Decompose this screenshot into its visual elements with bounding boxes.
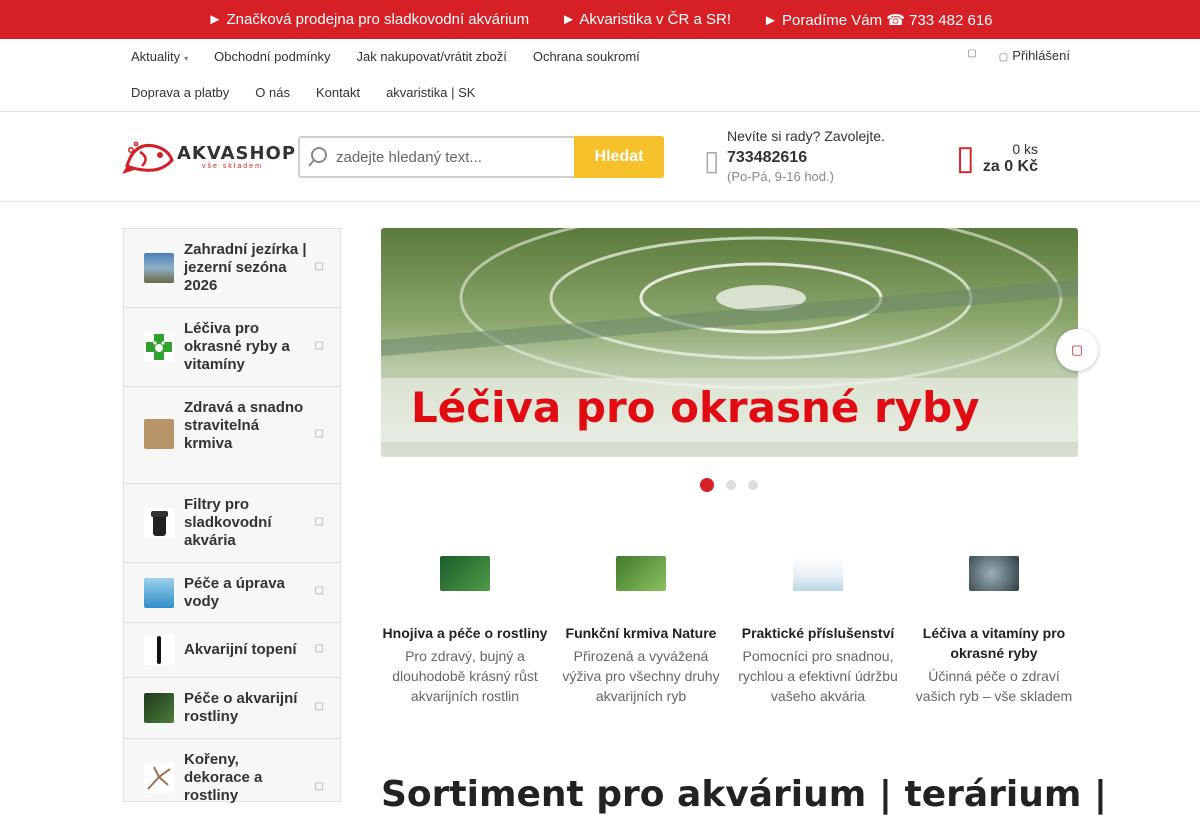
nature-food-image (616, 556, 666, 591)
category-label: Péče a úprava vody (184, 575, 285, 610)
phone-icon: ▯ (704, 145, 720, 176)
slider-dot[interactable] (726, 480, 736, 490)
feature-leciva[interactable]: Léčiva a vitamíny pro okrasné ryby Účinn… (909, 556, 1079, 706)
category-krmiva[interactable]: Zdravá a snadno stravitelná krmiva ▢ (124, 387, 340, 484)
hero-banner[interactable]: Léčiva pro okrasné ryby (381, 228, 1078, 457)
fish-medicine-image (969, 556, 1019, 591)
login-link[interactable]: ▢ Přihlášení (999, 48, 1070, 63)
promo-item: ► Poradíme Vám ☎ 733 482 616 (763, 11, 993, 29)
slider-next-button[interactable]: ▢ (1056, 329, 1098, 371)
section-heading: Sortiment pro akvárium | terárium | (381, 774, 1108, 815)
user-icon: ▢ (998, 52, 1009, 63)
search-input[interactable] (336, 138, 574, 176)
cart-icon: ▯ (956, 139, 975, 177)
site-logo[interactable]: AKVASHOP vše skladem (122, 136, 295, 178)
nav-ochrana-soukromi[interactable]: Ochrana soukromí (520, 48, 653, 66)
slider-dot[interactable] (748, 480, 758, 490)
root-decor-image (144, 763, 174, 793)
accessories-image (793, 556, 843, 591)
nav-row-secondary: Doprava a platby O nás Kontakt akvaristi… (118, 84, 488, 102)
nav-kontakt[interactable]: Kontakt (303, 84, 373, 102)
chevron-right-icon: ▢ (314, 516, 324, 527)
feature-title: Praktické příslušenství (741, 625, 895, 641)
nav-o-nas[interactable]: O nás (242, 84, 303, 102)
feature-title: Hnojiva a péče o rostliny (382, 625, 548, 641)
category-pece-voda[interactable]: Péče a úprava vody ▢ (124, 563, 340, 623)
settings-icon[interactable]: ▢ (967, 48, 976, 63)
feature-description: Účinná péče o zdraví vašich ryb – vše sk… (915, 668, 1073, 704)
search-box: Hledat (298, 136, 664, 178)
category-label: Zdravá a snadno stravitelná krmiva (184, 399, 304, 452)
cart-quantity: 0 ks (1012, 141, 1038, 157)
pharmacy-cross-icon (144, 332, 174, 362)
feature-description: Pro zdravý, bujný a dlouhodobě krásný rů… (392, 648, 538, 704)
promo-item: ► Akvaristika v ČR a SR! (561, 11, 732, 28)
chevron-right-icon: ▢ (314, 643, 324, 654)
category-label: Kořeny, dekorace a rostliny (184, 751, 263, 804)
plants-image (144, 693, 174, 723)
chevron-right-icon: ▢ (314, 340, 324, 351)
contact-hours: (Po-Pá, 9-16 hod.) (727, 169, 834, 184)
category-koreny[interactable]: Kořeny, dekorace a rostliny ▢ (124, 739, 340, 804)
chevron-down-icon: ▾ (184, 54, 189, 63)
search-button[interactable]: Hledat (574, 136, 664, 178)
pond-image (144, 253, 174, 283)
category-rostliny[interactable]: Péče o akvarijní rostliny ▢ (124, 678, 340, 739)
category-topeni[interactable]: Akvarijní topení ▢ (124, 623, 340, 678)
fish-logo-icon (122, 141, 174, 174)
cart-widget[interactable]: ▯ 0 ks za 0 Kč (956, 136, 1046, 180)
promo-item: ► Značková prodejna pro sladkovodní akvá… (207, 11, 530, 28)
nav-doprava-platby[interactable]: Doprava a platby (118, 84, 242, 102)
feature-krmiva[interactable]: Funkční krmiva Nature Přirozená a vyváže… (556, 556, 726, 706)
category-label: Péče o akvarijní rostliny (184, 690, 298, 725)
feature-title: Léčiva a vitamíny pro okrasné ryby (922, 625, 1066, 661)
fish-food-image (144, 419, 174, 449)
feature-title: Funkční krmiva Nature (565, 625, 717, 641)
feature-prislusenstvi[interactable]: Praktické příslušenství Pomocníci pro sn… (733, 556, 903, 706)
fertilizer-image (440, 556, 490, 591)
site-header: AKVASHOP vše skladem Hledat ▯ Nevíte si … (0, 112, 1200, 202)
nav-akvaristika-sk[interactable]: akvaristika | SK (373, 84, 488, 102)
nav-obchodni-podminky[interactable]: Obchodní podmínky (201, 48, 343, 66)
nav-aktuality[interactable]: Aktuality ▾ (118, 48, 201, 66)
nav-jak-nakupovat[interactable]: Jak nakupovat/vrátit zboží (344, 48, 520, 66)
chevron-right-icon: ▢ (314, 781, 324, 792)
feature-description: Pomocníci pro snadnou, rychlou a efektiv… (738, 648, 898, 704)
filter-image (144, 508, 174, 538)
cart-total: za 0 Kč (982, 158, 1038, 175)
category-label: Akvarijní topení (184, 641, 297, 658)
feature-description: Přirozená a vyvážená výživa pro všechny … (562, 648, 720, 704)
contact-question: Nevíte si rady? Zavolejte. (727, 128, 885, 144)
water-image (144, 578, 174, 608)
nav-row-primary: Aktuality ▾ Obchodní podmínky Jak nakupov… (118, 48, 653, 66)
category-label: Zahradní jezírka | jezerní sezóna 2026 (184, 241, 307, 294)
heater-image (144, 635, 174, 665)
feature-hnojiva[interactable]: Hnojiva a péče o rostliny Pro zdravý, bu… (380, 556, 550, 706)
chevron-right-icon: ▢ (314, 585, 324, 596)
logo-text: AKVASHOP (177, 143, 297, 164)
top-navigation: Aktuality ▾ Obchodní podmínky Jak nakupov… (0, 39, 1200, 112)
category-filtry[interactable]: Filtry pro sladkovodní akvária ▢ (124, 484, 340, 563)
chevron-right-icon: ▢ (1070, 342, 1084, 357)
category-label: Filtry pro sladkovodní akvária (184, 496, 272, 549)
nav-account: ▢ ▢ Přihlášení (967, 48, 1070, 63)
category-sidebar: Zahradní jezírka | jezerní sezóna 2026 ▢… (123, 228, 341, 804)
category-label: Léčiva pro okrasné ryby a vitamíny (184, 320, 290, 373)
chevron-right-icon: ▢ (314, 428, 324, 439)
phone-number[interactable]: 733482616 (727, 149, 807, 167)
banner-headline: Léčiva pro okrasné ryby (411, 383, 980, 432)
logo-tagline: vše skladem (202, 163, 263, 170)
category-leciva[interactable]: Léčiva pro okrasné ryby a vitamíny ▢ (124, 308, 340, 387)
promo-bar: ► Značková prodejna pro sladkovodní akvá… (0, 0, 1200, 39)
slider-dot-active[interactable] (700, 478, 714, 492)
chevron-right-icon: ▢ (314, 701, 324, 712)
search-icon (300, 138, 336, 176)
chevron-right-icon: ▢ (314, 261, 324, 272)
category-zahradni-jezirka[interactable]: Zahradní jezírka | jezerní sezóna 2026 ▢ (124, 229, 340, 308)
